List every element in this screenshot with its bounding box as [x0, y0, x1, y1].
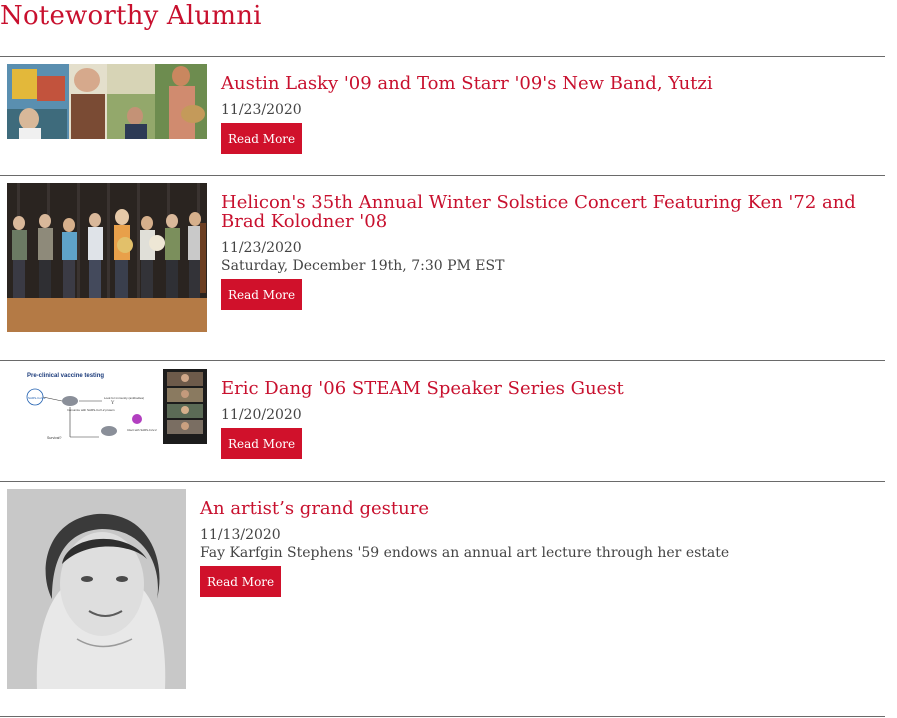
news-subtitle: Saturday, December 19th, 7:30 PM EST	[221, 258, 505, 274]
diagram-label: Immunize with SARS-CoV-2 protein	[67, 408, 115, 412]
read-more-button[interactable]: Read More	[221, 428, 303, 459]
news-date: 11/23/2020	[221, 240, 302, 256]
news-content: An artist’s grand gesture 11/13/2020 Fay…	[200, 499, 880, 597]
news-content: Helicon's 35th Annual Winter Solstice Co…	[221, 193, 881, 310]
news-title-link[interactable]: An artist’s grand gesture	[200, 499, 880, 518]
read-more-button[interactable]: Read More	[200, 566, 282, 597]
page-title: Noteworthy Alumni	[0, 1, 262, 31]
diagram-label: SARS-CoV-2	[28, 396, 46, 400]
read-more-button[interactable]: Read More	[221, 123, 303, 154]
diagram-label: Survival?	[47, 436, 61, 440]
news-item: Austin Lasky '09 and Tom Starr '09's New…	[7, 64, 885, 156]
news-date: 11/13/2020	[200, 527, 281, 543]
news-content: Eric Dang '06 STEAM Speaker Series Guest…	[221, 379, 881, 459]
news-date: 11/20/2020	[221, 407, 302, 423]
diagram-heading: Pre-clinical vaccine testing	[27, 373, 104, 379]
news-thumbnail[interactable]	[7, 183, 207, 332]
news-thumbnail[interactable]	[7, 64, 207, 139]
svg-text:Y: Y	[110, 400, 115, 406]
divider	[0, 481, 885, 482]
news-thumbnail[interactable]: Pre-clinical vaccine testing SARS-CoV-2 …	[7, 369, 207, 444]
news-subtitle: Fay Karfgin Stephens '59 endows an annua…	[200, 545, 730, 561]
news-content: Austin Lasky '09 and Tom Starr '09's New…	[221, 74, 881, 154]
news-item: An artist’s grand gesture 11/13/2020 Fay…	[7, 489, 885, 709]
divider	[0, 360, 885, 361]
news-item: Helicon's 35th Annual Winter Solstice Co…	[7, 183, 885, 353]
divider	[0, 175, 885, 176]
news-item: Pre-clinical vaccine testing SARS-CoV-2 …	[7, 369, 885, 474]
read-more-button[interactable]: Read More	[221, 279, 303, 310]
news-thumbnail[interactable]	[7, 489, 186, 689]
divider	[0, 56, 885, 57]
divider	[0, 716, 885, 717]
news-title-link[interactable]: Austin Lasky '09 and Tom Starr '09's New…	[221, 74, 881, 93]
news-date: 11/23/2020	[221, 102, 302, 118]
news-title-link[interactable]: Helicon's 35th Annual Winter Solstice Co…	[221, 193, 881, 231]
diagram-label: Infect with SARS-CoV-2	[127, 428, 157, 432]
news-title-link[interactable]: Eric Dang '06 STEAM Speaker Series Guest	[221, 379, 881, 398]
